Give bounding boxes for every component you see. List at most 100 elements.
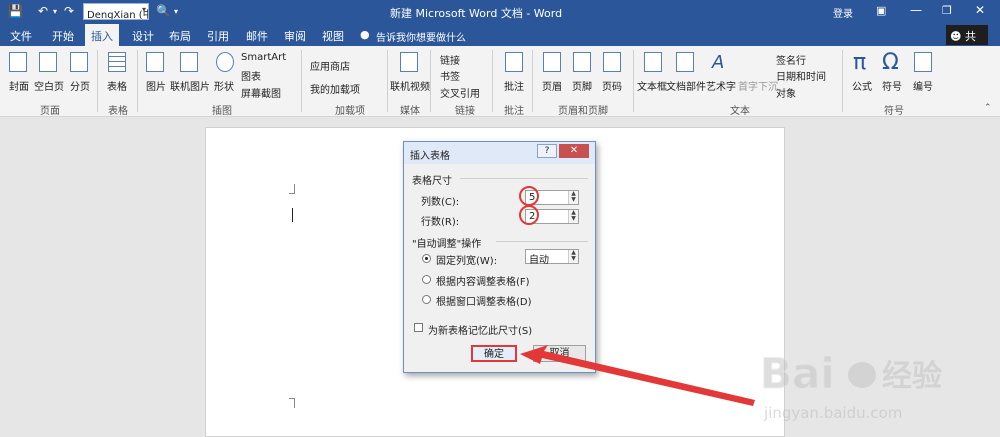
page-number-icon[interactable]: [603, 52, 621, 72]
tab-insert[interactable]: 插入: [85, 24, 119, 46]
ribbon-insert: 封面 空白页 分页 页面 表格 表格 图片 联机图片 形状 SmartArt 图…: [0, 46, 1000, 117]
quick-parts-icon[interactable]: [676, 52, 694, 72]
wordart-icon[interactable]: A: [712, 52, 724, 73]
equation-icon[interactable]: π: [853, 50, 866, 75]
separator: [137, 50, 138, 112]
crop-mark-bottom-left: [289, 398, 295, 408]
ribbon-display-icon[interactable]: ▣: [876, 4, 886, 17]
save-icon[interactable]: 💾: [8, 4, 23, 18]
tab-file[interactable]: 文件: [10, 28, 32, 44]
tab-layout[interactable]: 布局: [169, 28, 191, 44]
signature-line-button[interactable]: 签名行: [776, 52, 806, 67]
screenshot-button[interactable]: 屏幕截图: [241, 85, 281, 100]
shapes-icon[interactable]: [216, 52, 234, 72]
login-link[interactable]: 登录: [833, 5, 853, 20]
highlight-circle-rows: [519, 205, 539, 225]
spinner-arrows-icon[interactable]: ▲ ▼: [568, 191, 578, 204]
title-bar: 💾 ↶ ▾ ↷ DengXian (中 ▾ 🔍 ▾ 新建 Microsoft Wo…: [0, 0, 1000, 24]
page-break-icon[interactable]: [70, 52, 88, 72]
symbol-button[interactable]: 符号: [882, 78, 902, 93]
radio-autofit-window[interactable]: [422, 295, 431, 304]
comment-icon[interactable]: [505, 52, 523, 72]
section-autofit: "自动调整"操作: [412, 239, 482, 250]
font-name-box[interactable]: DengXian (中 ▾: [83, 3, 149, 20]
separator: [633, 50, 634, 112]
tab-mailings[interactable]: 邮件: [246, 28, 268, 44]
tell-me-box[interactable]: 告诉我你想要做什么: [376, 29, 466, 44]
rows-label: 行数(R):: [421, 217, 460, 228]
cross-reference-button[interactable]: 交叉引用: [440, 85, 480, 100]
undo-icon[interactable]: ↶: [38, 4, 48, 18]
baidu-logo: Bai 经验 jingyan.baidu.com: [760, 349, 943, 423]
date-time-button[interactable]: 日期和时间: [776, 68, 826, 83]
footer-button[interactable]: 页脚: [572, 78, 592, 93]
textbox-button[interactable]: 文本框: [637, 78, 667, 93]
number-button[interactable]: 编号: [913, 78, 933, 93]
quick-parts-button[interactable]: 文档部件: [666, 78, 706, 93]
fixed-width-spinner[interactable]: 自动 ▲ ▼: [525, 249, 579, 266]
blank-page-icon[interactable]: [39, 52, 57, 72]
smartart-button[interactable]: SmartArt: [241, 52, 286, 63]
dropcap-button[interactable]: 首字下沉: [738, 78, 778, 93]
online-picture-button[interactable]: 联机图片: [170, 78, 210, 93]
columns-label: 列数(C):: [421, 197, 460, 208]
undo-dropdown-icon[interactable]: ▾: [53, 7, 57, 16]
page-number-button[interactable]: 页码: [602, 78, 622, 93]
tab-review[interactable]: 审阅: [284, 28, 306, 44]
print-preview-icon[interactable]: 🔍: [156, 4, 171, 18]
person-icon: ☻: [950, 30, 962, 43]
radio-fixed-width[interactable]: [422, 254, 431, 263]
equation-button[interactable]: 公式: [852, 78, 872, 93]
symbol-icon[interactable]: Ω: [882, 50, 899, 75]
fixed-width-label: 固定列宽(W):: [436, 256, 498, 267]
page-break-button[interactable]: 分页: [70, 78, 90, 93]
remember-size-checkbox[interactable]: [414, 323, 423, 332]
online-video-button[interactable]: 联机视频: [390, 78, 430, 93]
picture-icon[interactable]: [146, 52, 164, 72]
link-button[interactable]: 链接: [440, 52, 460, 67]
textbox-icon[interactable]: [644, 52, 662, 72]
footer-icon[interactable]: [573, 52, 591, 72]
group-text: 文本: [730, 106, 750, 117]
cover-page-button[interactable]: 封面: [9, 78, 29, 93]
separator: [842, 50, 843, 112]
number-icon[interactable]: [914, 52, 932, 72]
watermark-brand: Bai: [760, 349, 835, 398]
tab-home[interactable]: 开始: [52, 28, 74, 44]
table-button[interactable]: 表格: [107, 78, 127, 93]
spinner-arrows-icon[interactable]: ▲ ▼: [568, 250, 578, 263]
minimize-icon[interactable]: —: [910, 3, 922, 17]
help-button[interactable]: ?: [537, 144, 557, 158]
restore-icon[interactable]: ❐: [942, 4, 952, 17]
cover-page-icon[interactable]: [9, 52, 27, 72]
store-button[interactable]: 应用商店: [310, 58, 350, 73]
header-button[interactable]: 页眉: [542, 78, 562, 93]
close-window-icon[interactable]: ✕: [975, 3, 985, 17]
customize-toolbar-icon[interactable]: ▾: [174, 7, 178, 16]
comment-button[interactable]: 批注: [504, 78, 524, 93]
section-table-size: 表格尺寸: [412, 176, 452, 187]
tab-design[interactable]: 设计: [132, 28, 154, 44]
redo-icon[interactable]: ↷: [64, 4, 74, 18]
object-button[interactable]: 对象: [776, 85, 796, 100]
tab-references[interactable]: 引用: [207, 28, 229, 44]
picture-button[interactable]: 图片: [146, 78, 166, 93]
separator: [532, 50, 533, 112]
shapes-button[interactable]: 形状: [214, 78, 234, 93]
arrow-shape: [520, 345, 755, 406]
close-dialog-button[interactable]: ✕: [559, 144, 589, 158]
online-video-icon[interactable]: [400, 52, 418, 72]
table-icon[interactable]: [108, 52, 126, 72]
collapse-ribbon-icon[interactable]: ⌃: [984, 103, 992, 113]
my-addins-button[interactable]: 我的加载项: [310, 81, 360, 96]
bookmark-button[interactable]: 书签: [440, 68, 460, 83]
wordart-button[interactable]: 艺术字: [706, 78, 736, 93]
blank-page-button[interactable]: 空白页: [34, 78, 64, 93]
chart-button[interactable]: 图表: [241, 68, 261, 83]
radio-autofit-content[interactable]: [422, 275, 431, 284]
share-button[interactable]: ☻ 共享: [946, 25, 988, 59]
header-icon[interactable]: [543, 52, 561, 72]
spinner-arrows-icon[interactable]: ▲ ▼: [568, 210, 578, 223]
tab-view[interactable]: 视图: [322, 28, 344, 44]
online-picture-icon[interactable]: [180, 52, 198, 72]
